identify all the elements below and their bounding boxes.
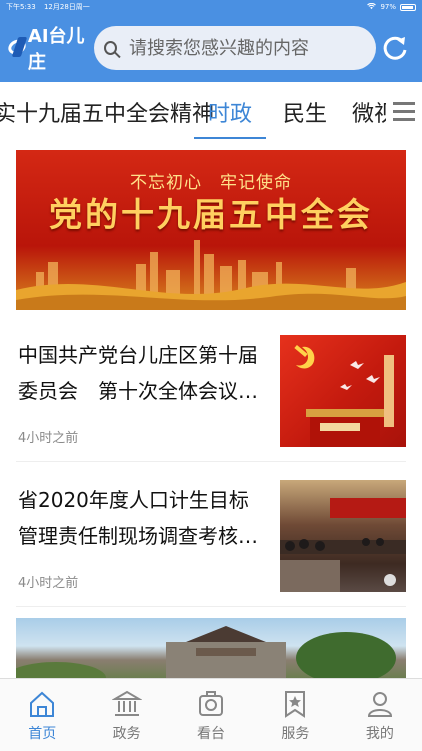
nav-watch[interactable]: 看台 xyxy=(169,679,253,751)
news-time: 4小时之前 xyxy=(18,431,79,446)
status-bar: 下午5:33 12月28日周一 97% xyxy=(0,0,422,14)
city-gate-photo xyxy=(16,626,396,678)
news-item[interactable]: 中国共产党台儿庄区第十届委员会 第十次全体会议… 4小时之前 xyxy=(16,335,406,447)
news-time: 4小时之前 xyxy=(18,576,79,591)
battery-icon xyxy=(400,3,416,11)
camera-icon xyxy=(199,691,224,716)
tab-livelihood[interactable]: 民生 xyxy=(283,96,327,128)
news-title: 省2020年度人口计生目标管理责任制现场调查考核汇… xyxy=(18,488,249,548)
nav-mine[interactable]: 我的 xyxy=(338,679,422,751)
status-right: 97% xyxy=(367,2,416,12)
government-building-icon xyxy=(111,690,142,716)
tab-five-plenary[interactable]: 实十九届五中全会精神 xyxy=(0,96,214,128)
user-icon xyxy=(367,692,392,717)
battery-percent: 97% xyxy=(380,3,396,11)
meeting-room-photo xyxy=(280,498,406,592)
tab-politics[interactable]: 时政 xyxy=(208,96,252,128)
news-feed: 不忘初心 牢记使命 党的十九届五中全会 中国共产党台儿庄区第十届委员会 第十次全… xyxy=(0,140,422,678)
refresh-button[interactable] xyxy=(376,34,414,62)
news-photo[interactable] xyxy=(16,618,406,678)
news-thumbnail xyxy=(280,335,406,447)
bottom-tab-bar: 首页 政务 看台 服务 我的 xyxy=(0,678,422,751)
refresh-icon xyxy=(383,36,407,60)
divider xyxy=(16,461,406,462)
nav-home[interactable]: 首页 xyxy=(0,679,84,751)
status-time: 下午5:33 xyxy=(6,3,36,11)
nav-label: 首页 xyxy=(28,726,57,742)
news-title: 中国共产党台儿庄区第十届委员会 第十次全体会议… xyxy=(18,343,258,403)
channel-tabs: 实十九届五中全会精神 时政 民生 微视 xyxy=(0,82,422,140)
party-emblem-illustration xyxy=(294,344,394,447)
search-box[interactable] xyxy=(94,26,376,70)
ribbon-decoration xyxy=(16,282,406,310)
nav-label: 我的 xyxy=(365,726,394,742)
nav-service[interactable]: 服务 xyxy=(253,679,337,751)
news-item[interactable]: 省2020年度人口计生目标管理责任制现场调查考核汇… 4小时之前 xyxy=(16,480,406,592)
nav-government[interactable]: 政务 xyxy=(84,679,168,751)
banner-title: 党的十九届五中全会 xyxy=(49,195,373,234)
nav-label: 服务 xyxy=(281,726,310,742)
search-icon xyxy=(104,41,117,55)
banner-image[interactable]: 不忘初心 牢记使命 党的十九届五中全会 xyxy=(16,150,406,310)
status-left: 下午5:33 12月28日周一 xyxy=(6,2,96,12)
logo-text: AI台儿庄 xyxy=(27,26,85,73)
wifi-icon xyxy=(367,2,377,12)
header: AI台儿庄 xyxy=(0,14,422,82)
logo-icon xyxy=(5,36,29,59)
channel-menu-icon[interactable] xyxy=(386,82,422,140)
bookmark-star-icon xyxy=(285,691,306,718)
nav-label: 政务 xyxy=(112,726,141,742)
home-icon xyxy=(30,691,55,717)
search-input[interactable] xyxy=(126,36,366,60)
active-tab-indicator xyxy=(194,137,266,139)
nav-label: 看台 xyxy=(197,726,226,742)
app-logo: AI台儿庄 xyxy=(5,22,92,74)
status-date: 12月28日周一 xyxy=(43,3,90,11)
news-thumbnail xyxy=(280,480,406,592)
divider xyxy=(16,606,406,607)
